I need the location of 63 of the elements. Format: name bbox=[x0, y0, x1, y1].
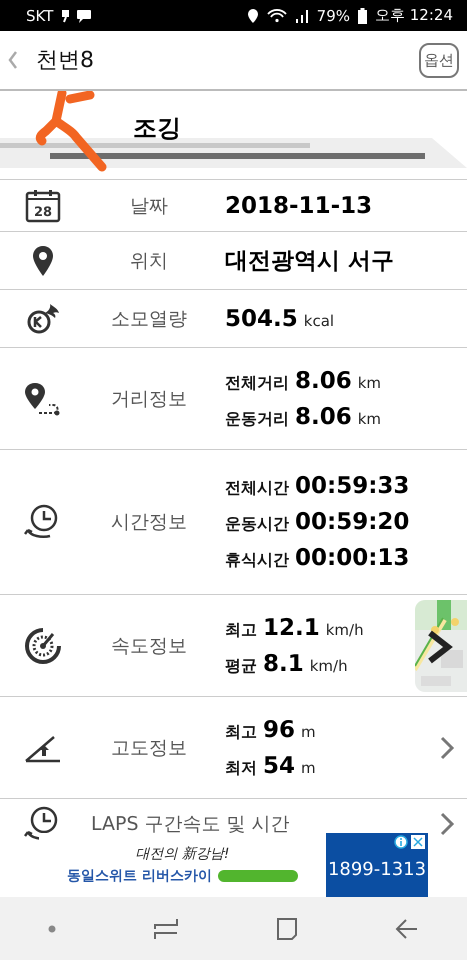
row-label: 날짜 bbox=[129, 194, 169, 218]
dot-icon[interactable] bbox=[48, 924, 56, 932]
home-icon[interactable] bbox=[276, 916, 298, 940]
ad-brand: 동일스위트 리버스카이 bbox=[67, 867, 212, 885]
row-label: 속도정보 bbox=[110, 634, 188, 658]
ad-phone: 1899-1313 bbox=[328, 858, 426, 880]
battery-percent: 79% bbox=[316, 6, 350, 24]
route-pin-icon bbox=[22, 382, 62, 416]
speed-gauge-icon bbox=[24, 626, 62, 664]
item-label: 휴식시간 bbox=[225, 550, 289, 571]
location-pin-icon bbox=[32, 244, 54, 276]
back-arrow-icon[interactable] bbox=[394, 918, 419, 940]
item-label: 최저 bbox=[225, 758, 257, 778]
unit-label: km/h bbox=[310, 656, 348, 674]
row-label: 위치 bbox=[129, 248, 169, 274]
item-label: 운동시간 bbox=[225, 514, 289, 535]
row-label: 소모열량 bbox=[110, 306, 188, 332]
activity-name: 조깅 bbox=[133, 113, 181, 144]
row-value: 대전광역시 서구 bbox=[225, 247, 394, 276]
unit-label: km/h bbox=[326, 620, 364, 638]
chevron-right-icon[interactable] bbox=[440, 812, 454, 836]
carrier-label: SKT bbox=[26, 6, 54, 24]
calendar-icon: 28 bbox=[24, 188, 60, 222]
unit-label: kcal bbox=[304, 312, 334, 330]
unit-label: km bbox=[358, 374, 382, 392]
item-label: 평균 bbox=[225, 656, 257, 676]
battery-icon bbox=[358, 8, 367, 24]
back-icon[interactable] bbox=[8, 51, 18, 69]
info-icon[interactable] bbox=[394, 835, 408, 849]
row-value: 2018-11-13 bbox=[225, 192, 372, 218]
item-value: 8.06 bbox=[295, 404, 352, 430]
calorie-flame-icon bbox=[24, 302, 60, 334]
item-value: 54 bbox=[263, 752, 296, 778]
clock-time: 오후 12:24 bbox=[375, 6, 453, 25]
location-icon bbox=[246, 8, 259, 24]
item-value: 12.1 bbox=[263, 614, 320, 640]
chevron-right-icon[interactable] bbox=[440, 736, 454, 760]
item-value: 00:59:20 bbox=[295, 509, 410, 535]
recents-icon[interactable] bbox=[153, 916, 180, 940]
row-label: 고도정보 bbox=[110, 736, 188, 760]
item-label: 최고 bbox=[225, 722, 257, 742]
item-label: 운동거리 bbox=[225, 408, 289, 430]
row-value: 504.5 bbox=[225, 306, 298, 332]
screen-title: 천변8 bbox=[36, 47, 95, 75]
chevron-right-icon bbox=[427, 630, 453, 664]
item-value: 00:59:33 bbox=[295, 473, 410, 499]
unit-label: m bbox=[301, 722, 316, 740]
option-button[interactable]: 옵션 bbox=[419, 42, 459, 78]
row-label: 거리정보 bbox=[110, 386, 188, 412]
ad-headline: 대전의 新강남! bbox=[135, 845, 230, 863]
item-value: 96 bbox=[263, 716, 296, 742]
item-value: 8.06 bbox=[295, 368, 352, 394]
signal-icon bbox=[294, 8, 309, 22]
item-value: 00:00:13 bbox=[295, 545, 410, 571]
wifi-icon bbox=[266, 8, 287, 22]
unit-label: m bbox=[301, 758, 316, 776]
item-label: 최고 bbox=[225, 620, 257, 640]
row-label: 시간정보 bbox=[110, 510, 188, 535]
item-value: 8.1 bbox=[263, 650, 304, 676]
item-label: 전체시간 bbox=[225, 478, 289, 499]
item-label: 전체거리 bbox=[225, 372, 289, 394]
unit-label: km bbox=[358, 410, 382, 428]
ad-banner[interactable]: 대전의 新강남! 동일스위트 리버스카이 1899-1313 bbox=[39, 833, 428, 897]
